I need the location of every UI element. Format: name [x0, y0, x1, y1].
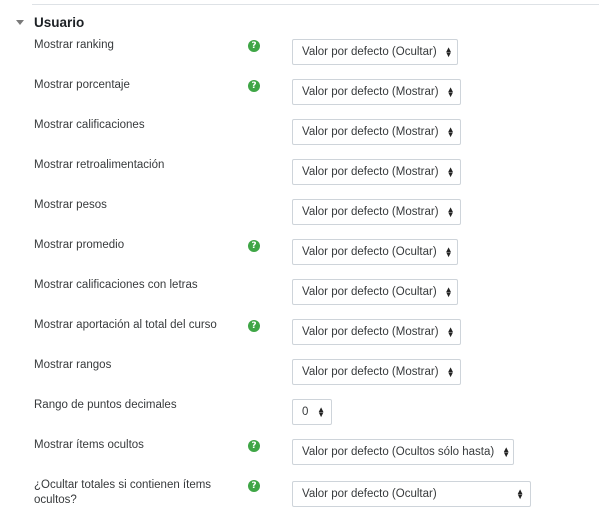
- select-arrows-icon: ▲ ▼: [502, 445, 511, 459]
- select-value: 0: [302, 406, 309, 418]
- select-value: Valor por defecto (Mostrar): [302, 366, 439, 378]
- setting-label: Mostrar promedio: [34, 239, 125, 251]
- setting-row-show-average: Mostrar promedio ? Valor por defecto (Oc…: [0, 238, 599, 278]
- select-arrows-icon: ▲ ▼: [444, 245, 453, 259]
- help-icon[interactable]: ?: [248, 40, 260, 52]
- setting-row-show-ranges: Mostrar rangos Valor por defecto (Mostra…: [0, 358, 599, 398]
- help-icon[interactable]: ?: [248, 440, 260, 452]
- show-contribution-select[interactable]: Valor por defecto (Mostrar) ▲ ▼: [292, 319, 461, 345]
- select-value: Valor por defecto (Mostrar): [302, 326, 439, 338]
- setting-label: Mostrar rangos: [34, 359, 112, 371]
- setting-label: Mostrar ítems ocultos: [34, 439, 144, 451]
- setting-row-show-letter-grades: Mostrar calificaciones con letras Valor …: [0, 278, 599, 318]
- setting-row-show-grades: Mostrar calificaciones Valor por defecto…: [0, 118, 599, 158]
- setting-row-show-hidden-items: Mostrar ítems ocultos ? Valor por defect…: [0, 438, 599, 478]
- setting-label: Mostrar porcentaje: [34, 79, 130, 91]
- show-grades-select[interactable]: Valor por defecto (Mostrar) ▲ ▼: [292, 119, 461, 145]
- setting-row-show-ranking: Mostrar ranking ? Valor por defecto (Ocu…: [0, 38, 599, 78]
- setting-label: Mostrar calificaciones: [34, 119, 145, 131]
- setting-label: Mostrar aportación al total del curso: [34, 319, 217, 331]
- show-average-select[interactable]: Valor por defecto (Ocultar) ▲ ▼: [292, 239, 458, 265]
- section-title: Usuario: [34, 14, 85, 30]
- select-arrows-icon: ▲ ▼: [444, 45, 453, 59]
- caret-down-icon[interactable]: [16, 20, 24, 25]
- select-arrows-icon: ▲ ▼: [446, 125, 455, 139]
- select-arrows-icon: ▲ ▼: [317, 405, 325, 419]
- select-arrows-icon: ▲ ▼: [446, 365, 455, 379]
- setting-label: ¿Ocultar totales si contienen ítems ocul…: [34, 479, 212, 506]
- setting-row-show-feedback: Mostrar retroalimentación Valor por defe…: [0, 158, 599, 198]
- setting-row-show-weights: Mostrar pesos Valor por defecto (Mostrar…: [0, 198, 599, 238]
- section-divider: [32, 4, 599, 5]
- show-feedback-select[interactable]: Valor por defecto (Mostrar) ▲ ▼: [292, 159, 461, 185]
- select-value: Valor por defecto (Ocultos sólo hasta): [302, 446, 495, 458]
- help-icon[interactable]: ?: [248, 240, 260, 252]
- select-value: Valor por defecto (Ocultar): [302, 488, 437, 500]
- decimal-range-select[interactable]: 0 ▲ ▼: [292, 399, 332, 425]
- show-ranking-select[interactable]: Valor por defecto (Ocultar) ▲ ▼: [292, 39, 458, 65]
- select-arrows-icon: ▲ ▼: [444, 285, 453, 299]
- setting-row-hide-totals: ¿Ocultar totales si contienen ítems ocul…: [0, 478, 599, 521]
- setting-row-show-contribution: Mostrar aportación al total del curso ? …: [0, 318, 599, 358]
- section-header[interactable]: Usuario: [16, 13, 84, 31]
- select-arrows-icon: ▲ ▼: [516, 487, 524, 501]
- setting-label: Mostrar ranking: [34, 39, 114, 51]
- select-value: Valor por defecto (Mostrar): [302, 166, 439, 178]
- setting-label: Rango de puntos decimales: [34, 399, 177, 411]
- help-icon[interactable]: ?: [248, 80, 260, 92]
- show-percentage-select[interactable]: Valor por defecto (Mostrar) ▲ ▼: [292, 79, 461, 105]
- show-letter-grades-select[interactable]: Valor por defecto (Ocultar) ▲ ▼: [292, 279, 458, 305]
- select-value: Valor por defecto (Ocultar): [302, 246, 437, 258]
- select-value: Valor por defecto (Mostrar): [302, 126, 439, 138]
- setting-label: Mostrar calificaciones con letras: [34, 279, 198, 291]
- setting-label: Mostrar retroalimentación: [34, 159, 165, 171]
- setting-row-show-percentage: Mostrar porcentaje ? Valor por defecto (…: [0, 78, 599, 118]
- help-icon[interactable]: ?: [248, 320, 260, 332]
- setting-row-decimal-range: Rango de puntos decimales 0 ▲ ▼: [0, 398, 599, 438]
- setting-label: Mostrar pesos: [34, 199, 107, 211]
- select-value: Valor por defecto (Ocultar): [302, 286, 437, 298]
- select-value: Valor por defecto (Mostrar): [302, 206, 439, 218]
- show-weights-select[interactable]: Valor por defecto (Mostrar) ▲ ▼: [292, 199, 461, 225]
- select-arrows-icon: ▲ ▼: [446, 205, 455, 219]
- help-icon[interactable]: ?: [248, 480, 260, 492]
- select-value: Valor por defecto (Ocultar): [302, 46, 437, 58]
- select-arrows-icon: ▲ ▼: [446, 85, 455, 99]
- show-hidden-items-select[interactable]: Valor por defecto (Ocultos sólo hasta) ▲…: [292, 439, 514, 465]
- select-arrows-icon: ▲ ▼: [446, 325, 455, 339]
- select-arrows-icon: ▲ ▼: [446, 165, 455, 179]
- hide-totals-select[interactable]: Valor por defecto (Ocultar) ▲ ▼: [292, 481, 531, 507]
- select-value: Valor por defecto (Mostrar): [302, 86, 439, 98]
- show-ranges-select[interactable]: Valor por defecto (Mostrar) ▲ ▼: [292, 359, 461, 385]
